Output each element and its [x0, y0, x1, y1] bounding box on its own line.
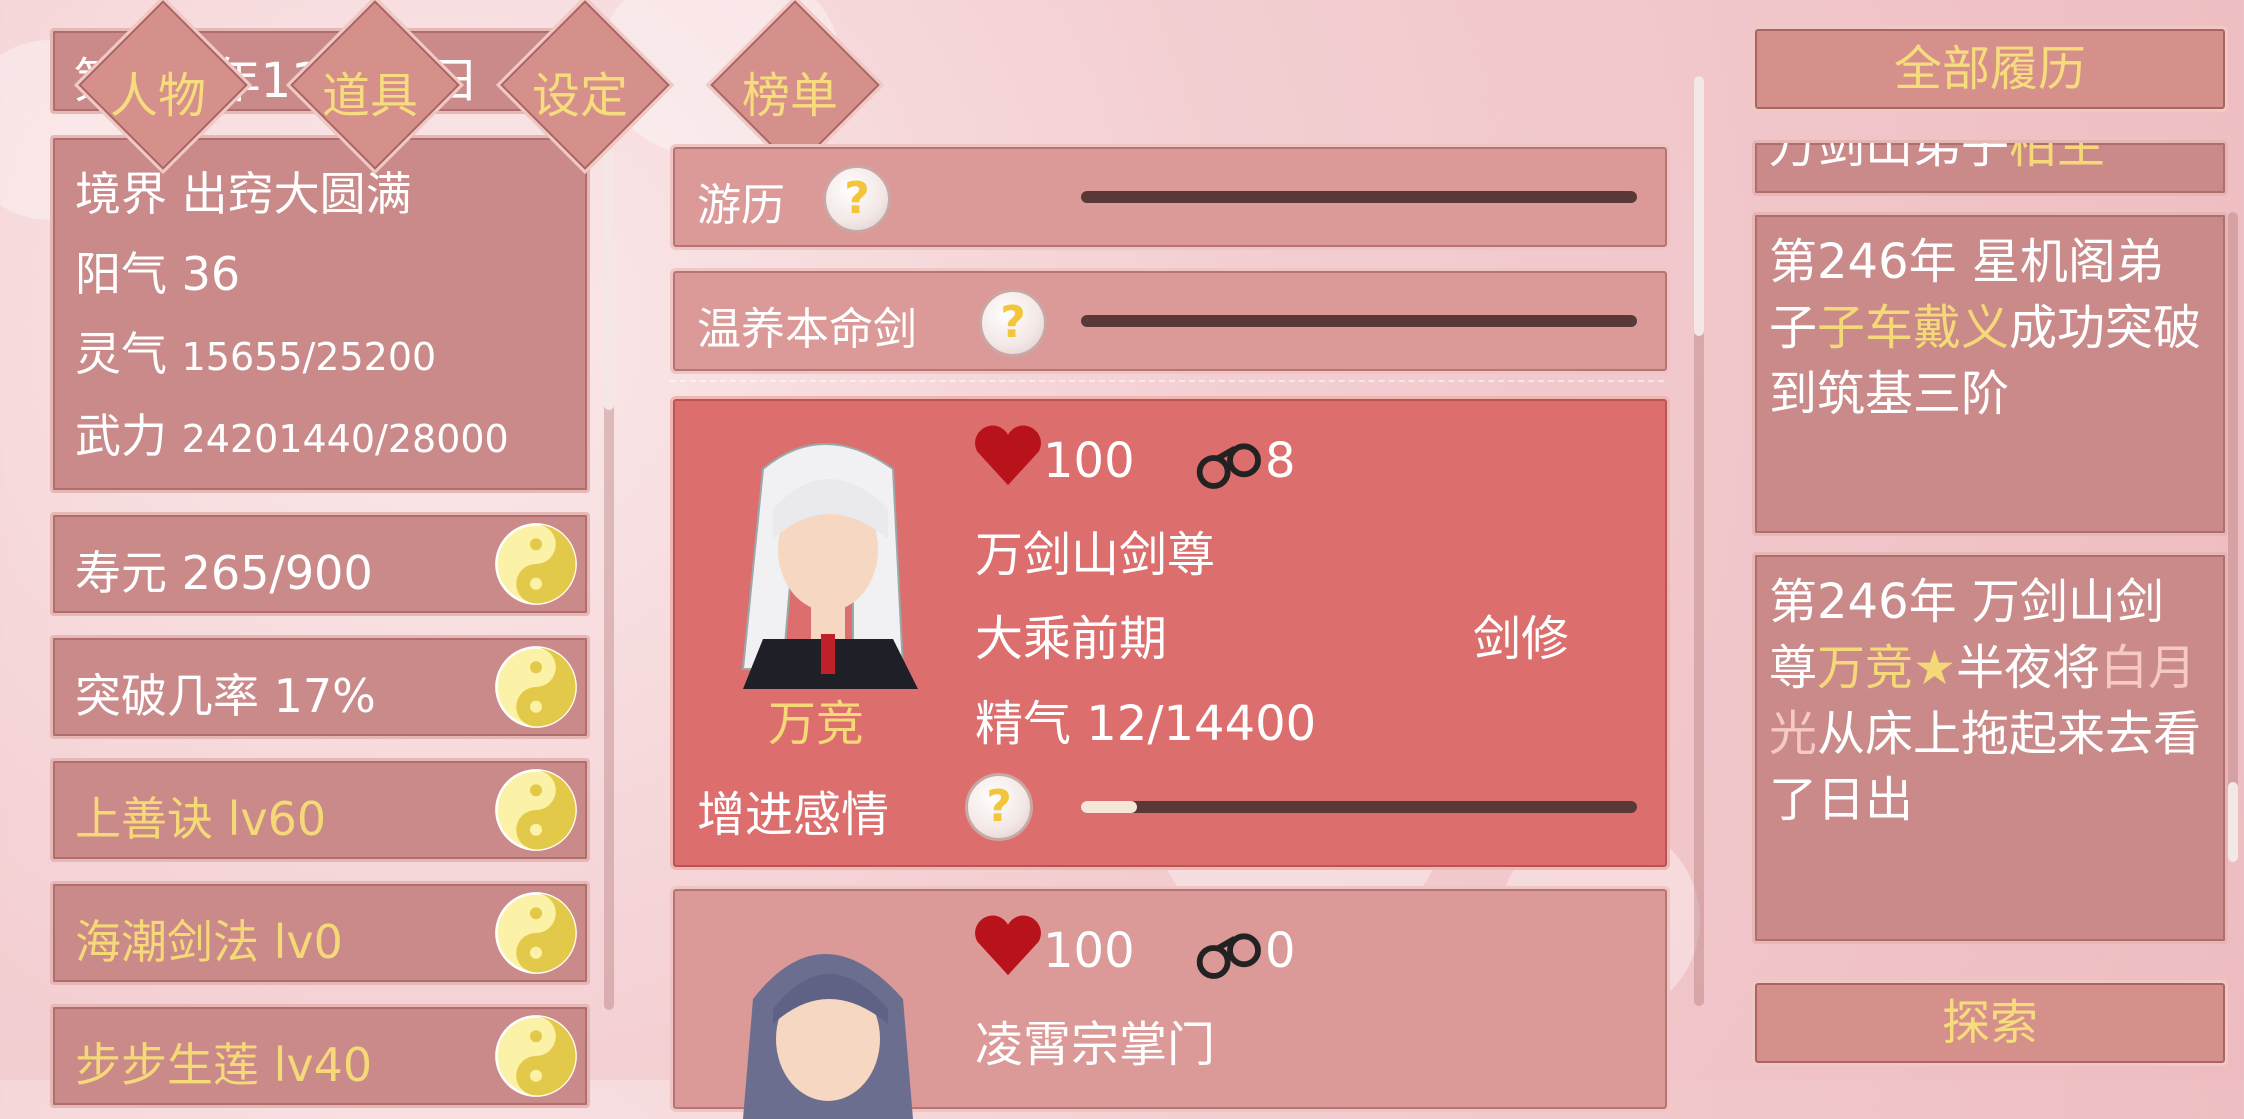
- character-name: 万竞: [768, 696, 865, 752]
- history-entry: 第246年 星机阁弟子子车戴义成功突破到筑基三阶: [1752, 212, 2228, 536]
- nav-rankings-label: 榜单: [742, 68, 839, 124]
- lifespan-label: 寿元 265/900: [75, 546, 373, 600]
- left-scrollbar[interactable]: [604, 150, 614, 1010]
- history-scrollbar[interactable]: [2228, 212, 2238, 862]
- activity-progress-bar: [1081, 191, 1637, 203]
- nav-settings-label: 设定: [532, 68, 629, 124]
- yang-stat: 阳气 36: [75, 247, 241, 301]
- help-icon[interactable]: ?: [965, 773, 1033, 841]
- breakthrough-row[interactable]: 突破几率 17%: [50, 635, 590, 739]
- realm-stat: 境界 出窍大圆满: [75, 167, 412, 221]
- history-entry: 万剑山弟子柏生: [1752, 140, 2228, 196]
- yinyang-icon[interactable]: [493, 644, 579, 730]
- yinyang-icon[interactable]: [493, 521, 579, 607]
- character-class: 剑修: [1473, 611, 1570, 667]
- history-entry: 第246年 万剑山剑尊万竞★半夜将白月光从床上拖起来去看了日出: [1752, 552, 2228, 944]
- activity-progress-bar: [1081, 315, 1637, 327]
- skill-label: 步步生莲 lv40: [75, 1038, 373, 1092]
- heart-icon: [975, 425, 1041, 486]
- yinyang-icon[interactable]: [493, 890, 579, 976]
- nav-character-label: 人物: [110, 68, 207, 124]
- handcuffs-icon: [1196, 933, 1261, 979]
- character-card[interactable]: 万竞 100 8 万剑山剑尊 大乘前期 剑修 精气 12/14400 增进感情 …: [670, 396, 1670, 870]
- bond-value: 8: [1265, 433, 1296, 489]
- history-header-button[interactable]: 全部履历: [1752, 26, 2228, 112]
- handcuffs-icon: [1196, 443, 1261, 489]
- skill-label: 海潮剑法 lv0: [75, 915, 343, 969]
- bond-value: 0: [1265, 923, 1296, 979]
- activity-travel[interactable]: 游历 ?: [670, 144, 1670, 250]
- skill-label: 上善诀 lv60: [75, 792, 327, 846]
- stats-panel: 境界 出窍大圆满 阳气 36 灵气 15655/25200 武力 2420144…: [50, 135, 590, 493]
- explore-button[interactable]: 探索: [1752, 980, 2228, 1066]
- breakthrough-label: 突破几率 17%: [75, 669, 376, 723]
- character-portrait[interactable]: [703, 919, 943, 1119]
- yinyang-icon[interactable]: [493, 1013, 579, 1099]
- skill-row-shangshan[interactable]: 上善诀 lv60: [50, 758, 590, 862]
- spirit-stat: 灵气 15655/25200: [75, 327, 437, 381]
- skill-row-bubu[interactable]: 步步生莲 lv40: [50, 1004, 590, 1108]
- middle-scrollbar[interactable]: [1694, 76, 1704, 1006]
- hp-value: 100: [1043, 433, 1135, 489]
- character-essence: 精气 12/14400: [975, 696, 1317, 752]
- character-portrait[interactable]: [703, 429, 943, 689]
- nav-items-label: 道具: [322, 68, 419, 124]
- character-card[interactable]: 100 0 凌霄宗掌门: [670, 886, 1670, 1119]
- heart-icon: [975, 915, 1041, 976]
- activity-label: 温养本命剑: [697, 304, 917, 355]
- character-title: 万剑山剑尊: [975, 527, 1216, 583]
- hp-value: 100: [1043, 923, 1135, 979]
- help-icon[interactable]: ?: [823, 165, 891, 233]
- ornament-divider: [670, 380, 1664, 388]
- skill-row-haichao[interactable]: 海潮剑法 lv0: [50, 881, 590, 985]
- character-title: 凌霄宗掌门: [975, 1017, 1216, 1073]
- affection-action-label: 增进感情: [697, 787, 890, 843]
- affection-progress-fill: [1081, 801, 1137, 813]
- activity-label: 游历: [697, 180, 785, 231]
- activity-nurture-sword[interactable]: 温养本命剑 ?: [670, 268, 1670, 374]
- yinyang-icon[interactable]: [493, 767, 579, 853]
- character-stage: 大乘前期: [975, 611, 1168, 667]
- force-stat: 武力 24201440/28000: [75, 409, 509, 463]
- lifespan-row[interactable]: 寿元 265/900: [50, 512, 590, 616]
- help-icon[interactable]: ?: [979, 289, 1047, 357]
- affection-progress-bar: [1081, 801, 1637, 813]
